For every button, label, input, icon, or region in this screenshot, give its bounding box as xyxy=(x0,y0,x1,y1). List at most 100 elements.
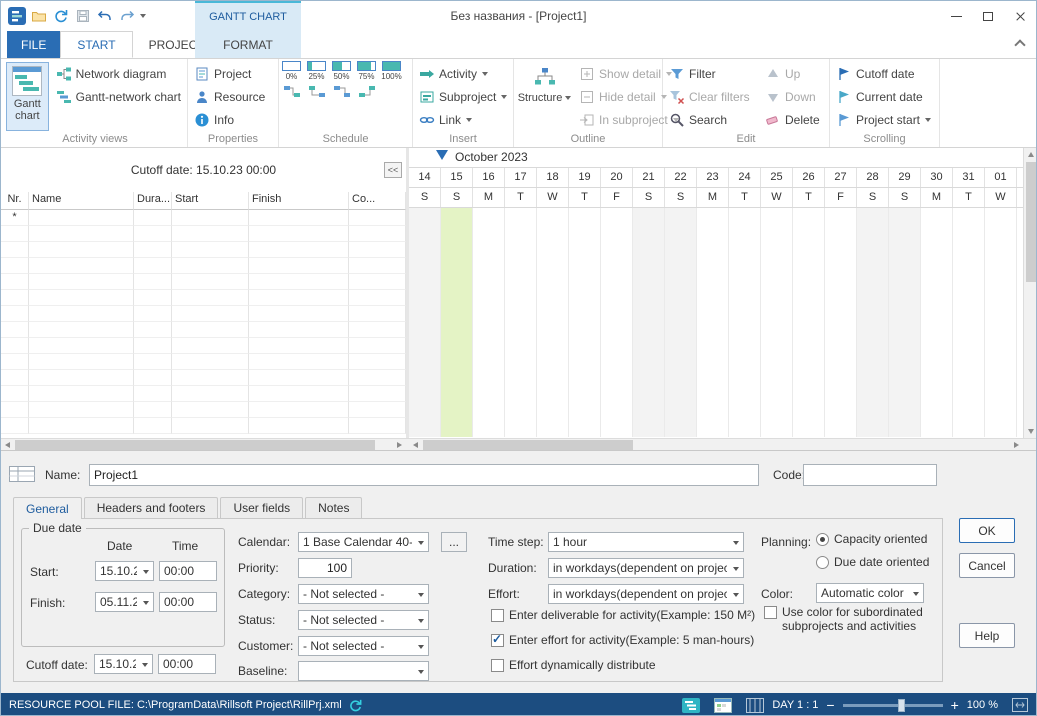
effort-checkbox[interactable]: Enter effort for activity(Example: 5 man… xyxy=(491,633,754,647)
gantt-column[interactable] xyxy=(985,208,1017,437)
filter-button[interactable]: Filter xyxy=(666,63,758,84)
gantt-scroll-thumb[interactable] xyxy=(423,440,633,450)
table-row[interactable] xyxy=(1,370,406,386)
gantt-network-chart-button[interactable]: Gantt-network chart xyxy=(53,86,184,107)
table-row[interactable] xyxy=(1,322,406,338)
table-horizontal-scrollbar[interactable] xyxy=(1,439,406,450)
progress-100-button[interactable]: 100% xyxy=(379,59,404,81)
deliverable-checkbox[interactable]: Enter deliverable for activity(Example: … xyxy=(491,608,755,622)
calendar-select[interactable]: 1 Base Calendar 40-hou xyxy=(298,532,429,552)
tab-format[interactable]: FORMAT xyxy=(195,31,301,58)
gantt-horizontal-scrollbar[interactable] xyxy=(409,439,1023,450)
distribute-checkbox[interactable]: Effort dynamically distribute xyxy=(491,658,656,672)
scroll-left-icon[interactable] xyxy=(1,439,14,451)
open-folder-icon[interactable] xyxy=(28,5,50,27)
gantt-column[interactable] xyxy=(793,208,825,437)
redo-icon[interactable] xyxy=(116,5,138,27)
up-button[interactable]: Up xyxy=(762,63,823,84)
table-row[interactable] xyxy=(1,338,406,354)
zoom-slider-thumb[interactable] xyxy=(898,699,905,712)
scroll-up-icon[interactable] xyxy=(1024,148,1037,161)
table-row[interactable] xyxy=(1,226,406,242)
time-step-select[interactable]: 1 hour xyxy=(548,532,744,552)
vertical-scroll-thumb[interactable] xyxy=(1026,162,1037,282)
clear-filters-button[interactable]: Clear filters xyxy=(666,86,758,107)
table-row[interactable]: * xyxy=(1,210,406,226)
calendar-browse-button[interactable]: ... xyxy=(441,532,467,552)
gantt-column[interactable] xyxy=(473,208,505,437)
vertical-scrollbar[interactable] xyxy=(1023,148,1037,438)
progress-75-button[interactable]: 75% xyxy=(354,59,379,81)
table-column-header-1[interactable]: Name xyxy=(29,192,134,210)
table-row[interactable] xyxy=(1,274,406,290)
gantt-column[interactable] xyxy=(601,208,633,437)
table-column-header-0[interactable]: Nr. xyxy=(1,192,29,210)
zoom-slider[interactable] xyxy=(843,704,943,707)
tab-notes[interactable]: Notes xyxy=(305,497,362,518)
gantt-column[interactable] xyxy=(857,208,889,437)
project-properties-button[interactable]: Project xyxy=(191,63,268,84)
zoom-out-button[interactable]: − xyxy=(826,698,834,712)
gantt-column[interactable] xyxy=(889,208,921,437)
table-row[interactable] xyxy=(1,306,406,322)
link-type-4-icon[interactable] xyxy=(358,85,376,98)
project-start-marker-icon[interactable] xyxy=(436,150,448,160)
cutoff-time-field[interactable]: 00:00 xyxy=(158,654,216,674)
code-input[interactable] xyxy=(803,464,937,486)
table-column-header-4[interactable]: Finish xyxy=(249,192,349,210)
gantt-column[interactable] xyxy=(409,208,441,437)
sync-icon[interactable] xyxy=(50,5,72,27)
cancel-button[interactable]: Cancel xyxy=(959,553,1015,578)
due-date-oriented-radio[interactable]: Due date oriented xyxy=(816,555,929,569)
duration-select[interactable]: in workdays(dependent on project c xyxy=(548,558,744,578)
use-color-checkbox[interactable]: Use color for subordinated subprojects a… xyxy=(764,605,944,633)
current-date-button[interactable]: Current date xyxy=(833,86,934,107)
calendar-view-icon[interactable] xyxy=(714,698,732,713)
gantt-column[interactable] xyxy=(537,208,569,437)
gantt-column[interactable] xyxy=(665,208,697,437)
gantt-scroll-left-icon[interactable] xyxy=(409,439,422,451)
table-row[interactable] xyxy=(1,354,406,370)
ok-button[interactable]: OK xyxy=(959,518,1015,543)
start-time-field[interactable]: 00:00 xyxy=(159,561,217,581)
category-select[interactable]: - Not selected - xyxy=(298,584,429,604)
qat-customize-icon[interactable] xyxy=(140,14,146,18)
tab-general[interactable]: General xyxy=(13,497,82,519)
progress-50-button[interactable]: 50% xyxy=(329,59,354,81)
gantt-view-icon[interactable] xyxy=(682,698,700,713)
insert-link-button[interactable]: Link xyxy=(416,109,510,130)
table-row[interactable] xyxy=(1,418,406,434)
customer-select[interactable]: - Not selected - xyxy=(298,636,429,656)
link-type-3-icon[interactable] xyxy=(333,85,351,98)
gantt-column[interactable] xyxy=(761,208,793,437)
table-row[interactable] xyxy=(1,242,406,258)
cutoff-date-select[interactable]: 15.10.23 xyxy=(94,654,153,674)
link-type-1-icon[interactable] xyxy=(283,85,301,98)
collapse-table-button[interactable]: << xyxy=(384,162,402,178)
resource-properties-button[interactable]: Resource xyxy=(191,86,268,107)
minimize-button[interactable] xyxy=(940,1,972,31)
table-column-header-5[interactable]: Co... xyxy=(349,192,406,210)
table-column-header-3[interactable]: Start xyxy=(172,192,249,210)
tab-headers-and-footers[interactable]: Headers and footers xyxy=(84,497,219,518)
undo-icon[interactable] xyxy=(94,5,116,27)
color-select[interactable]: Automatic color xyxy=(816,583,924,603)
gantt-scroll-right-icon[interactable] xyxy=(1010,439,1023,451)
info-button[interactable]: Info xyxy=(191,109,268,130)
zoom-in-button[interactable]: + xyxy=(951,698,959,712)
link-type-2-icon[interactable] xyxy=(308,85,326,98)
name-input[interactable] xyxy=(89,464,759,486)
insert-activity-button[interactable]: Activity xyxy=(416,63,510,84)
status-select[interactable]: - Not selected - xyxy=(298,610,429,630)
gantt-column[interactable] xyxy=(953,208,985,437)
gantt-column[interactable] xyxy=(825,208,857,437)
search-button[interactable]: Search xyxy=(666,109,758,130)
table-row[interactable] xyxy=(1,386,406,402)
insert-subproject-button[interactable]: Subproject xyxy=(416,86,510,107)
table-column-header-2[interactable]: Dura... xyxy=(134,192,172,210)
close-button[interactable] xyxy=(1004,1,1036,31)
table-row[interactable] xyxy=(1,258,406,274)
gantt-column[interactable] xyxy=(633,208,665,437)
cutoff-date-button[interactable]: Cutoff date xyxy=(833,63,934,84)
tab-start[interactable]: START xyxy=(60,31,132,58)
